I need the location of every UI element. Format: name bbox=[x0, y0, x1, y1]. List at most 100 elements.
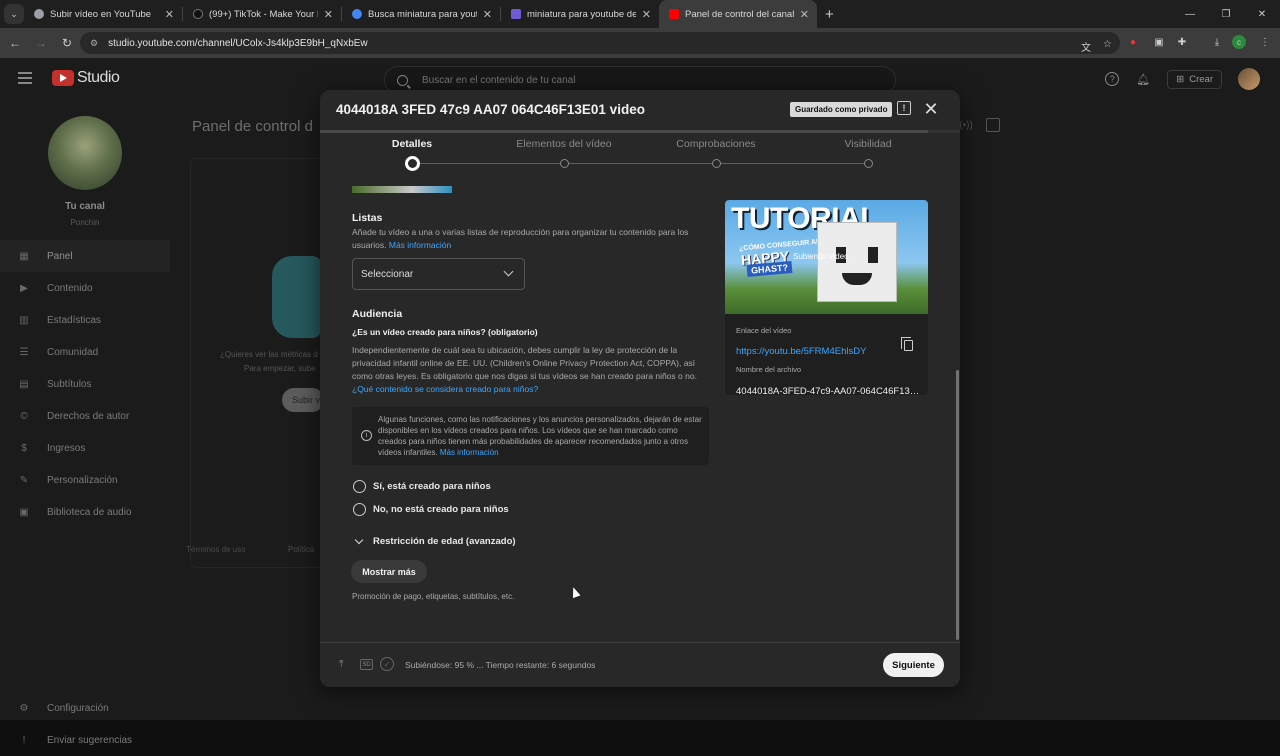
step-comprobaciones[interactable]: Comprobaciones bbox=[646, 138, 786, 150]
dialog-scrollbar[interactable] bbox=[956, 370, 959, 640]
browser-tab[interactable]: miniatura para youtube de inve ✕ bbox=[501, 0, 659, 28]
tab-close-icon[interactable]: ✕ bbox=[800, 8, 809, 21]
back-icon[interactable]: ← bbox=[4, 36, 26, 50]
studio-logo[interactable]: Studio bbox=[52, 69, 120, 87]
playlists-learn-more-link[interactable]: Más información bbox=[389, 240, 451, 250]
sidebar-item-configuracion[interactable]: ⚙ Configuración bbox=[0, 692, 170, 724]
sidebar-item-sugerencias[interactable]: ! Enviar sugerencias bbox=[0, 724, 170, 756]
browser-tab-active[interactable]: Panel de control del canal - Yo ✕ bbox=[659, 0, 817, 28]
step-dot[interactable] bbox=[711, 159, 721, 168]
close-window-icon[interactable]: ✕ bbox=[1244, 9, 1280, 20]
minimize-icon[interactable]: — bbox=[1172, 9, 1208, 20]
bookmark-star-icon[interactable]: ☆ bbox=[1103, 39, 1112, 54]
tab-close-icon[interactable]: ✕ bbox=[642, 8, 651, 21]
channel-name: Tu canal bbox=[65, 201, 105, 212]
channel-avatar[interactable] bbox=[48, 116, 122, 190]
maximize-icon[interactable]: ❐ bbox=[1208, 9, 1244, 20]
upload-icon: ⤒ bbox=[339, 659, 344, 670]
sidebar-item-ingresos[interactable]: $ Ingresos bbox=[0, 432, 170, 464]
browser-tab[interactable]: Busca miniatura para youtube ✕ bbox=[342, 0, 500, 28]
new-tab-button[interactable]: + bbox=[825, 6, 834, 23]
feedback-icon: ! bbox=[22, 734, 26, 746]
copy-icon[interactable] bbox=[901, 337, 913, 351]
sidebar-item-estadisticas[interactable]: ▥ Estadísticas bbox=[0, 304, 170, 336]
translate-icon[interactable]: 文 bbox=[1081, 39, 1091, 54]
show-more-button[interactable]: Mostrar más bbox=[351, 560, 427, 583]
step-detalles[interactable]: Detalles bbox=[342, 138, 482, 150]
radio-circle[interactable] bbox=[353, 503, 366, 516]
playlist-select[interactable]: Seleccionar bbox=[352, 258, 525, 290]
subtitles-icon: ▤ bbox=[19, 378, 29, 390]
help-icon[interactable]: ? bbox=[1105, 72, 1120, 86]
upload-dialog: 4044018A 3FED 47c9 AA07 064C46F13E01 vid… bbox=[320, 90, 960, 687]
step-dot[interactable] bbox=[863, 159, 873, 168]
tab-close-icon[interactable]: ✕ bbox=[483, 8, 492, 21]
made-for-kids-link[interactable]: ¿Qué contenido se considera creado para … bbox=[352, 384, 538, 394]
extension-screen-icon[interactable]: ▣ bbox=[1150, 33, 1168, 51]
menu-icon[interactable] bbox=[18, 72, 32, 84]
sidebar-item-contenido[interactable]: ▶ Contenido bbox=[0, 272, 170, 304]
tab-title: (99+) TikTok - Make Your Day bbox=[209, 8, 318, 20]
address-bar[interactable]: ⚙ studio.youtube.com/channel/UColx-Js4kl… bbox=[80, 32, 1120, 54]
age-restriction-toggle[interactable]: Restricción de edad (avanzado) bbox=[354, 535, 516, 547]
extensions-icon[interactable]: ✚ bbox=[1173, 33, 1191, 51]
sidebar-item-biblioteca-audio[interactable]: ▣ Biblioteca de audio bbox=[0, 496, 170, 528]
tab-close-icon[interactable]: ✕ bbox=[324, 8, 333, 21]
step-visibilidad[interactable]: Visibilidad bbox=[798, 138, 938, 150]
browser-tab[interactable]: Subir vídeo en YouTube ✕ bbox=[24, 0, 182, 28]
sidebar-bottom: ⚙ Configuración ! Enviar sugerencias bbox=[0, 692, 170, 756]
thumbnail-option[interactable] bbox=[352, 186, 452, 193]
extension-record-icon[interactable]: ● bbox=[1124, 33, 1142, 51]
edit-icon[interactable] bbox=[986, 118, 1000, 132]
tab-title: miniatura para youtube de inve bbox=[527, 8, 636, 20]
tab-search-menu-button[interactable]: ⌄ bbox=[4, 4, 24, 24]
browser-tab[interactable]: (99+) TikTok - Make Your Day ✕ bbox=[183, 0, 341, 28]
next-button[interactable]: Siguiente bbox=[883, 653, 944, 677]
site-info-icon[interactable]: ⚙ bbox=[90, 38, 98, 49]
video-thumbnail[interactable]: TUTORIAL ¿CÓMO CONSEGUIR AL HAPPY GHAST?… bbox=[725, 200, 928, 314]
sidebar-item-panel[interactable]: ▦ Panel bbox=[0, 240, 170, 272]
browser-menu-icon[interactable]: ⋮ bbox=[1256, 33, 1274, 51]
sidebar-item-label: Subtítulos bbox=[47, 378, 92, 390]
tab-close-icon[interactable]: ✕ bbox=[165, 8, 174, 21]
report-issue-icon[interactable]: ! bbox=[897, 101, 911, 115]
close-icon[interactable]: ✕ bbox=[920, 96, 942, 122]
sidebar-item-subtitulos[interactable]: ▤ Subtítulos bbox=[0, 368, 170, 400]
forward-icon[interactable]: → bbox=[30, 36, 52, 50]
tab-favicon bbox=[352, 9, 362, 19]
address-bar-icons: 文 ☆ bbox=[1081, 39, 1112, 54]
step-dot-current[interactable] bbox=[404, 156, 420, 171]
dashboard-upload-button[interactable]: Subir v bbox=[282, 388, 324, 412]
sidebar-item-label: Contenido bbox=[47, 282, 93, 294]
dialog-footer: ⤒ SD ✓ Subiéndose: 95 % ... Tiempo resta… bbox=[320, 642, 960, 687]
sidebar-item-comunidad[interactable]: ☰ Comunidad bbox=[0, 336, 170, 368]
upload-status-text: Subiéndose: 95 % ... Tiempo restante: 6 … bbox=[405, 660, 596, 670]
step-dot[interactable] bbox=[559, 159, 569, 168]
dashboard-prompt-text: ¿Quieres ver las métricas d bbox=[220, 350, 318, 359]
tab-title: Busca miniatura para youtube bbox=[368, 8, 477, 20]
stepper-line bbox=[412, 163, 868, 164]
chevron-down-icon bbox=[503, 266, 514, 277]
dashboard-title: Panel de control d bbox=[192, 118, 313, 135]
reload-icon[interactable]: ↻ bbox=[56, 36, 78, 50]
create-button[interactable]: ⊞ Crear bbox=[1167, 69, 1222, 89]
playlists-description: Añade tu vídeo a una o varias listas de … bbox=[352, 226, 707, 252]
step-elementos[interactable]: Elementos del vídeo bbox=[494, 138, 634, 150]
url-text: studio.youtube.com/channel/UColx-Js4klp3… bbox=[108, 37, 368, 49]
policy-link[interactable]: Política bbox=[288, 545, 314, 554]
info-learn-more-link[interactable]: Más información bbox=[440, 448, 499, 457]
video-link[interactable]: https://youtu.be/5FRM4EhlsDY bbox=[736, 346, 866, 357]
account-avatar[interactable] bbox=[1238, 68, 1260, 90]
upload-illustration bbox=[272, 256, 322, 338]
sidebar-item-personalizacion[interactable]: ✎ Personalización bbox=[0, 464, 170, 496]
download-icon[interactable]: ⤓ bbox=[1208, 33, 1226, 51]
radio-circle[interactable] bbox=[353, 480, 366, 493]
radio-made-for-kids-yes[interactable]: Sí, está creado para niños bbox=[353, 480, 491, 493]
profile-avatar-icon[interactable]: c bbox=[1232, 35, 1246, 49]
dashboard-icon: ▦ bbox=[19, 250, 29, 262]
radio-made-for-kids-no[interactable]: No, no está creado para niños bbox=[353, 503, 509, 516]
info-text: Algunas funciones, como las notificacion… bbox=[378, 414, 703, 458]
sidebar-item-derechos[interactable]: © Derechos de autor bbox=[0, 400, 170, 432]
notifications-bell-icon[interactable]: 🔔︎ bbox=[1135, 71, 1151, 87]
terms-link[interactable]: Términos de uso bbox=[186, 545, 246, 554]
